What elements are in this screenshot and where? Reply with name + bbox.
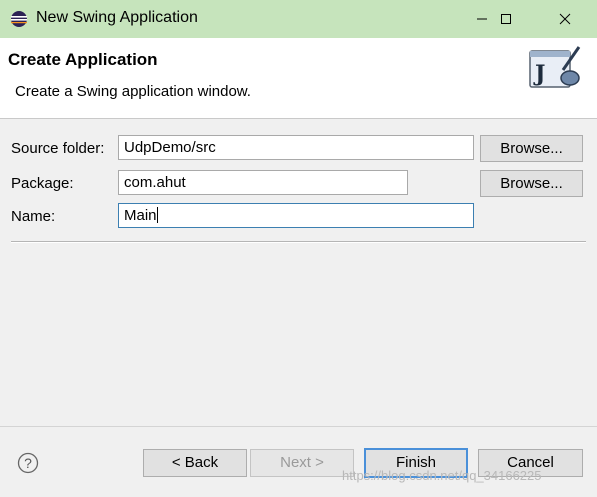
page-description: Create a Swing application window. xyxy=(15,83,251,100)
close-icon xyxy=(559,13,571,25)
eclipse-icon xyxy=(11,11,27,27)
form-separator xyxy=(11,241,586,243)
source-folder-input[interactable]: UdpDemo/src xyxy=(118,135,474,160)
back-button[interactable]: < Back xyxy=(143,449,247,477)
help-glyph: ? xyxy=(24,455,32,471)
source-folder-browse-button[interactable]: Browse... xyxy=(480,135,583,162)
name-label: Name: xyxy=(11,208,56,225)
banner-letter: J xyxy=(533,61,545,87)
source-folder-label: Source folder: xyxy=(11,140,105,157)
name-input[interactable]: Main xyxy=(118,203,474,228)
wizard-header: Create Application Create a Swing applic… xyxy=(0,38,597,119)
window-title: New Swing Application xyxy=(36,9,198,26)
text-caret xyxy=(156,207,158,223)
package-browse-button[interactable]: Browse... xyxy=(480,170,583,197)
close-button[interactable] xyxy=(542,0,588,38)
package-input[interactable]: com.ahut xyxy=(118,170,408,195)
footer-divider xyxy=(0,426,597,427)
page-title: Create Application xyxy=(8,50,158,69)
next-button[interactable]: Next > xyxy=(250,449,354,477)
watermark: https://blog.csdn.net/qq_34166225 xyxy=(342,468,542,483)
help-icon[interactable]: ? xyxy=(17,452,39,474)
title-bar: New Swing Application xyxy=(0,0,597,38)
maximize-button[interactable] xyxy=(483,0,529,38)
name-input-value: Main xyxy=(124,207,157,224)
maximize-icon xyxy=(501,14,511,24)
java-wizard-icon: J xyxy=(529,46,581,88)
package-label: Package: xyxy=(11,175,74,192)
